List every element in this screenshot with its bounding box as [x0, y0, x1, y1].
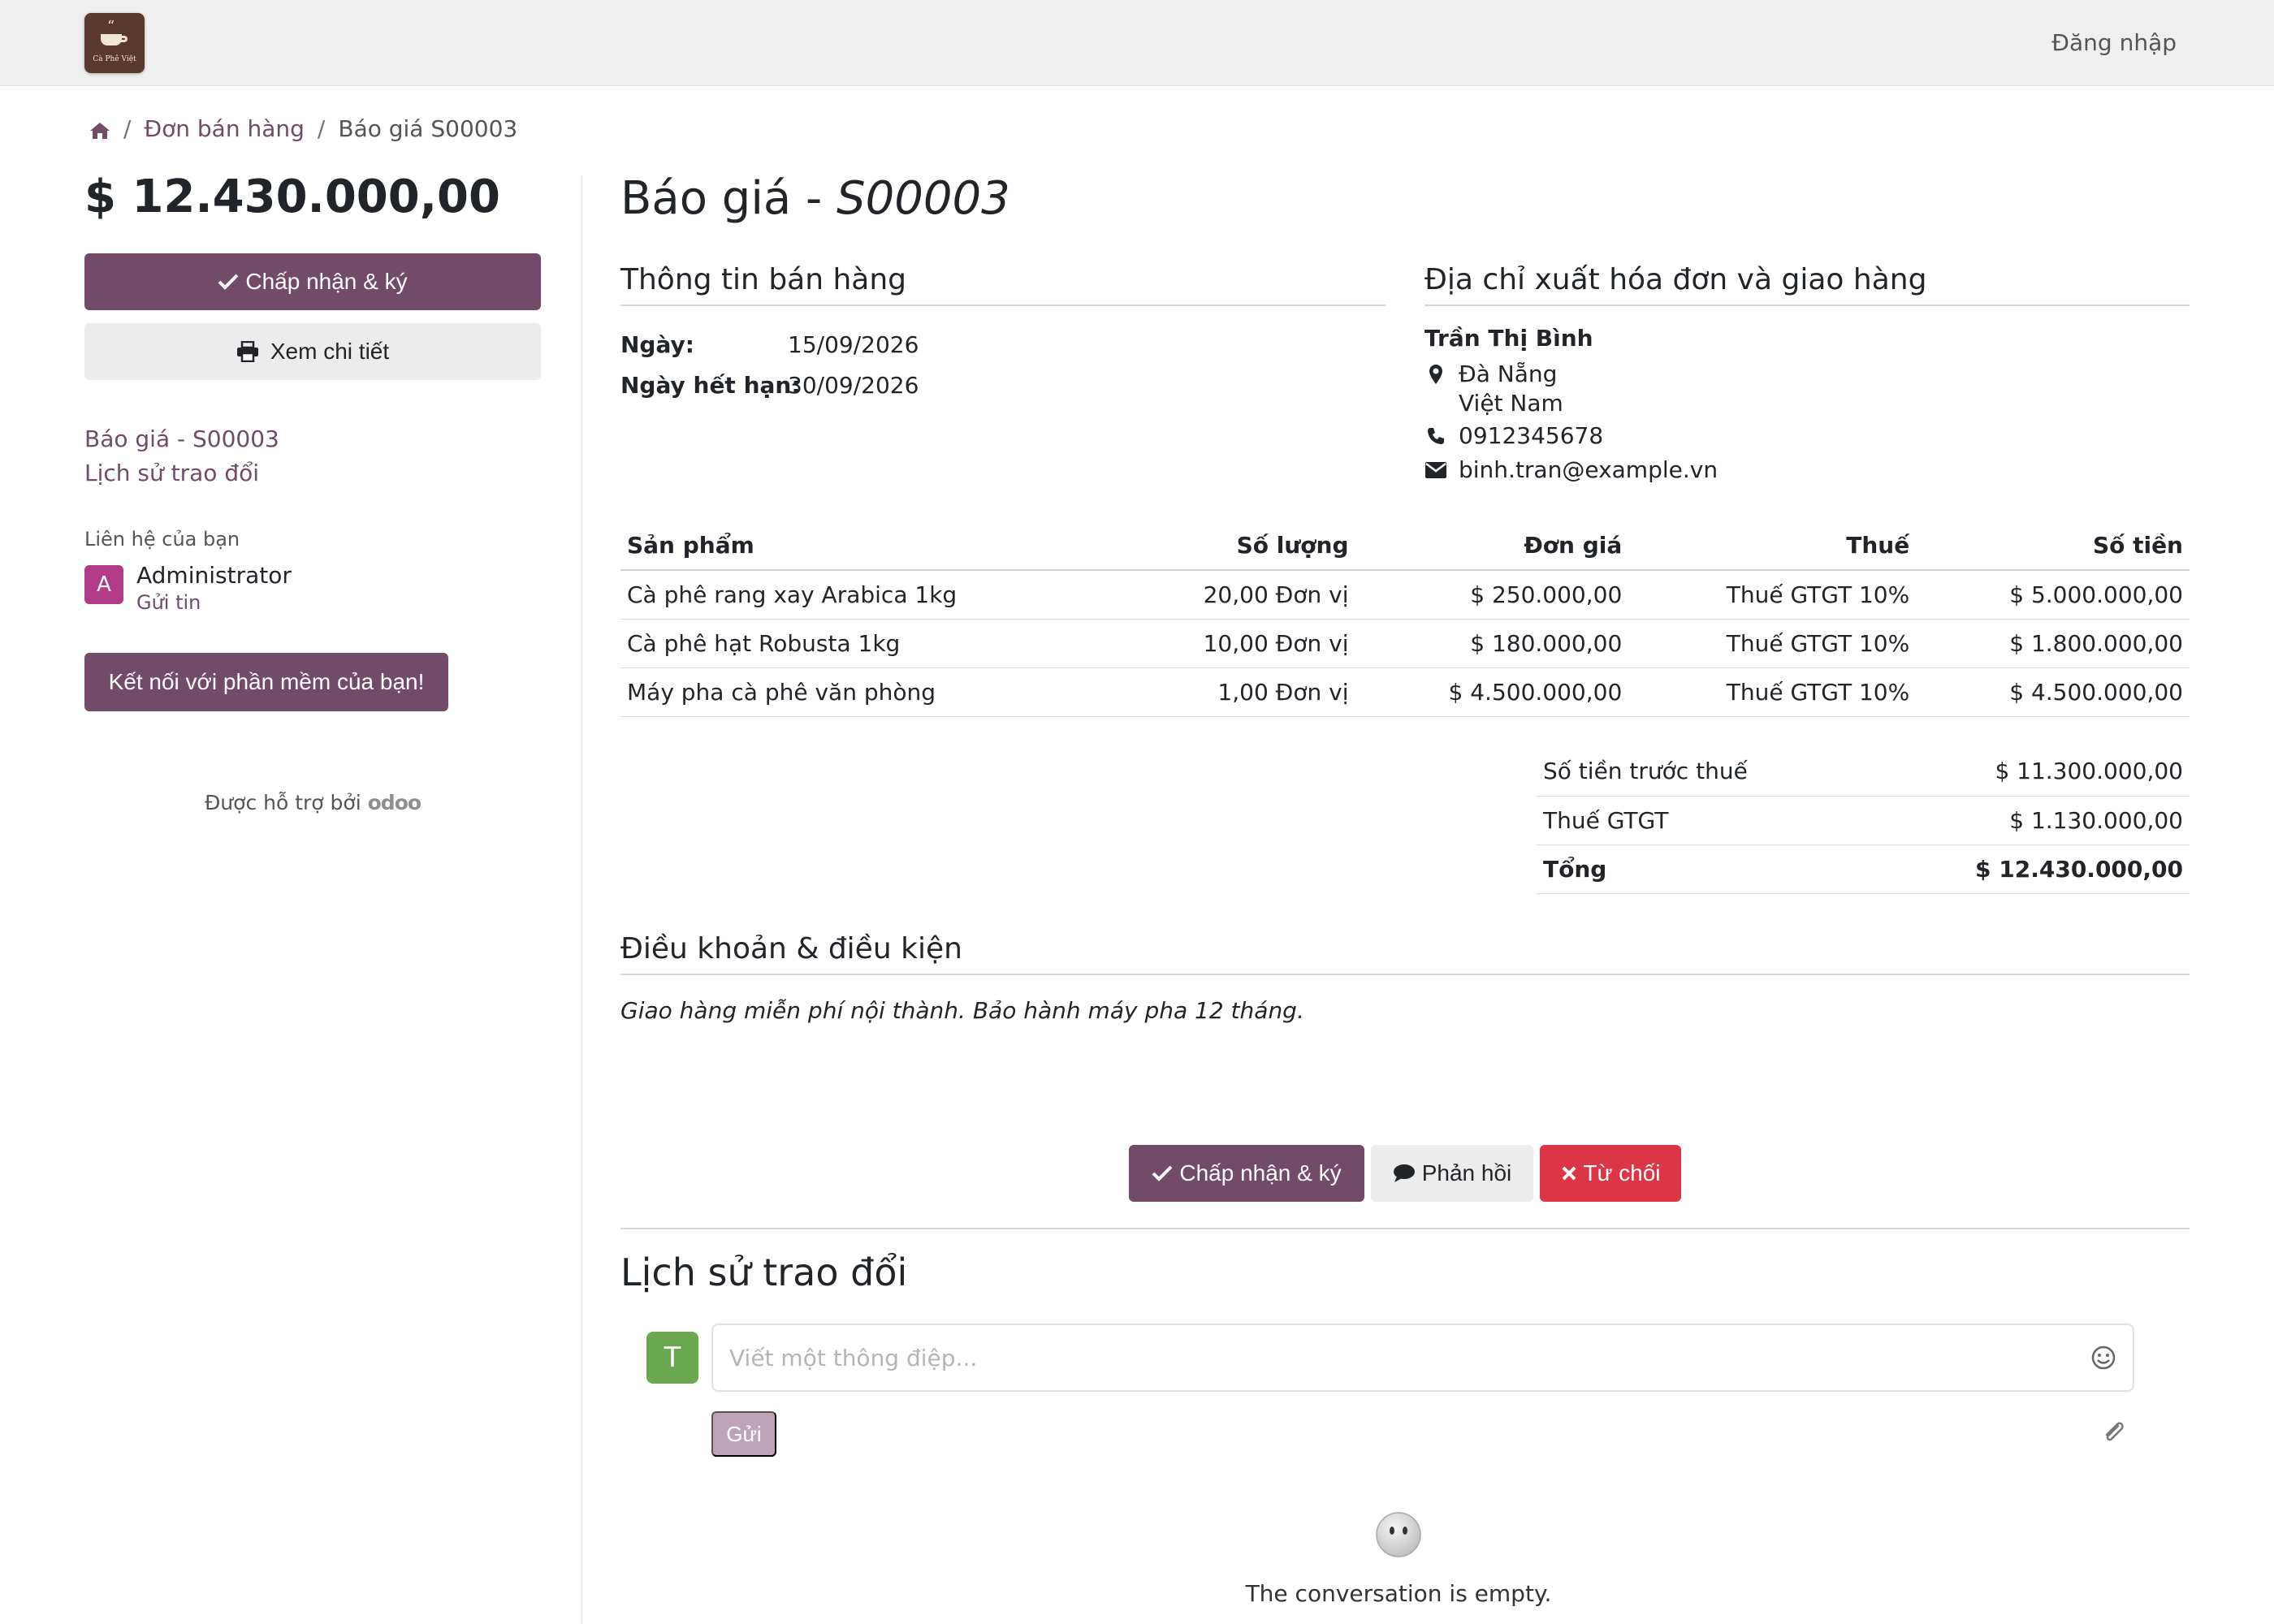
date-row: Ngày: 15/09/2026: [620, 331, 919, 358]
breadcrumb-current: Báo giá S00003: [338, 115, 518, 142]
printer-icon: [236, 341, 258, 362]
envelope-icon: [1424, 459, 1447, 482]
line-unit-price: $ 180.000,00: [1355, 619, 1629, 668]
empty-conversation-text: The conversation is empty.: [1245, 1580, 1552, 1607]
login-link[interactable]: Đăng nhập: [2051, 29, 2177, 56]
expiry-value: 30/09/2026: [788, 372, 919, 399]
emoji-icon[interactable]: [2089, 1343, 2118, 1372]
tax-amount: $ 1.130.000,00: [1860, 796, 2190, 845]
sale-info-heading: Thông tin bán hàng: [620, 263, 1386, 306]
untaxed-amount: $ 11.300.000,00: [1860, 747, 2190, 797]
feedback-button[interactable]: Phản hồi: [1371, 1145, 1533, 1202]
line-tax: Thuế GTGT 10%: [1628, 667, 1917, 717]
check-icon: [218, 274, 239, 290]
breadcrumb: / Đơn bán hàng / Báo giá S00003: [89, 115, 517, 142]
tax-row: Thuế GTGT $ 1.130.000,00: [1537, 796, 2190, 845]
table-row: Cà phê rang xay Arabica 1kg 20,00 Đơn vị…: [620, 570, 2190, 620]
line-unit-price: $ 250.000,00: [1355, 570, 1629, 620]
table-row: Cà phê hạt Robusta 1kg 10,00 Đơn vị $ 18…: [620, 619, 2190, 668]
message-input[interactable]: [729, 1340, 2061, 1376]
sidebar-link-history[interactable]: Lịch sử trao đổi: [84, 460, 259, 486]
contact-label: Liên hệ của bạn: [84, 528, 240, 551]
sidebar-total-amount: $ 12.430.000,00: [84, 171, 500, 223]
current-user-avatar: T: [646, 1332, 698, 1384]
check-icon: [1152, 1165, 1173, 1181]
col-unit-price: Đơn giá: [1355, 521, 1629, 571]
line-tax: Thuế GTGT 10%: [1628, 570, 1917, 620]
quotation-reference: S00003: [837, 172, 1010, 225]
line-quantity: 20,00 Đơn vị: [1122, 570, 1355, 620]
accept-sign-button[interactable]: Chấp nhận & ký: [1129, 1145, 1364, 1202]
address-phone: 0912345678: [1424, 422, 1603, 449]
line-unit-price: $ 4.500.000,00: [1355, 667, 1629, 717]
sidebar-accept-sign-button[interactable]: Chấp nhận & ký: [84, 253, 541, 310]
address-email: binh.tran@example.vn: [1424, 456, 1718, 483]
totals-table: Số tiền trước thuế $ 11.300.000,00 Thuế …: [1537, 747, 2190, 894]
terms-heading: Điều khoản & điều kiện: [620, 932, 2190, 975]
close-icon: [1562, 1166, 1576, 1181]
expiry-row: Ngày hết hạn:30/09/2026: [620, 372, 919, 399]
line-amount: $ 4.500.000,00: [1916, 667, 2190, 717]
history-heading: Lịch sử trao đổi: [620, 1250, 908, 1294]
home-icon[interactable]: [89, 119, 110, 139]
grand-total-amount: $ 12.430.000,00: [1860, 844, 2190, 894]
terms-text: Giao hàng miễn phí nội thành. Bảo hành m…: [620, 997, 1304, 1024]
contact-name: Administrator: [136, 562, 292, 589]
table-header-row: Sản phẩm Số lượng Đơn giá Thuế Số tiền: [620, 521, 2190, 571]
address-country: Việt Nam: [1459, 390, 1563, 417]
col-taxes: Thuế: [1628, 521, 1917, 571]
col-quantity: Số lượng: [1122, 521, 1355, 571]
untaxed-row: Số tiền trước thuế $ 11.300.000,00: [1537, 747, 2190, 797]
line-quantity: 10,00 Đơn vị: [1122, 619, 1355, 668]
powered-by: Được hỗ trợ bởi odoo: [204, 791, 422, 814]
line-amount: $ 5.000.000,00: [1916, 570, 2190, 620]
sidebar-link-quote[interactable]: Báo giá - S00003: [84, 425, 279, 452]
grand-total-row: Tổng $ 12.430.000,00: [1537, 844, 2190, 894]
column-divider: [581, 175, 582, 1624]
logo-text: Cà Phê Việt: [93, 55, 136, 63]
customer-name: Trần Thị Bình: [1424, 325, 1593, 352]
page-title: Báo giá - S00003: [620, 172, 1010, 225]
line-tax: Thuế GTGT 10%: [1628, 619, 1917, 668]
col-amount: Số tiền: [1916, 521, 2190, 571]
order-lines-table: Sản phẩm Số lượng Đơn giá Thuế Số tiền C…: [620, 521, 2190, 717]
paperclip-icon[interactable]: [2100, 1418, 2126, 1447]
sidebar-nav: Báo giá - S00003 Lịch sử trao đổi: [84, 422, 279, 490]
contact-send-message-link[interactable]: Gửi tin: [136, 591, 201, 614]
breadcrumb-sales-orders[interactable]: Đơn bán hàng: [144, 115, 304, 142]
address-city: Đà Nẵng: [1424, 361, 1557, 387]
address-heading: Địa chỉ xuất hóa đơn và giao hàng: [1424, 263, 2190, 306]
line-product: Máy pha cà phê văn phòng: [620, 667, 1123, 717]
company-logo[interactable]: “ Cà Phê Việt: [84, 13, 145, 73]
history-heading-wrapper: Lịch sử trao đổi: [620, 1250, 1433, 1298]
line-quantity: 1,00 Đơn vị: [1122, 667, 1355, 717]
comment-icon: [1393, 1164, 1415, 1182]
connect-software-button[interactable]: Kết nối với phần mềm của bạn!: [84, 653, 448, 711]
col-product: Sản phẩm: [620, 521, 1123, 571]
empty-conversation-icon: [1374, 1510, 1423, 1559]
line-amount: $ 1.800.000,00: [1916, 619, 2190, 668]
top-navbar: “ Cà Phê Việt Đăng nhập: [0, 0, 2274, 86]
line-product: Cà phê rang xay Arabica 1kg: [620, 570, 1123, 620]
message-composer: [711, 1324, 2134, 1392]
map-marker-icon: [1424, 363, 1447, 386]
phone-icon: [1424, 425, 1447, 447]
section-divider: [620, 1228, 2190, 1229]
reject-button[interactable]: Từ chối: [1540, 1145, 1681, 1202]
contact-avatar: A: [84, 565, 123, 604]
table-row: Máy pha cà phê văn phòng 1,00 Đơn vị $ 4…: [620, 667, 2190, 717]
date-value: 15/09/2026: [788, 331, 919, 358]
line-product: Cà phê hạt Robusta 1kg: [620, 619, 1123, 668]
send-message-button[interactable]: Gửi: [711, 1411, 776, 1457]
sidebar-view-details-button[interactable]: Xem chi tiết: [84, 323, 541, 380]
odoo-logo[interactable]: odoo: [368, 791, 422, 814]
